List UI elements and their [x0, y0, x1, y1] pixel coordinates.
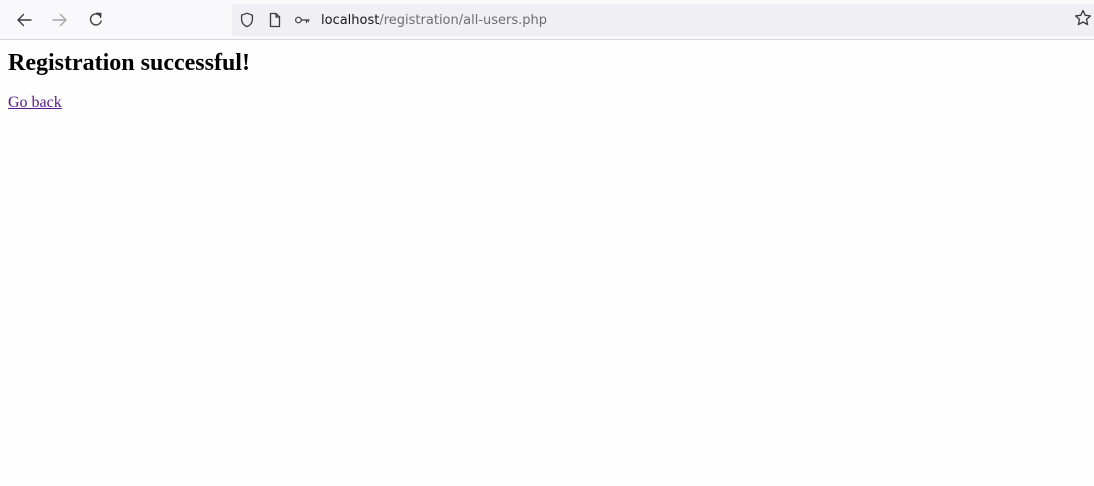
- reload-button[interactable]: [82, 6, 110, 34]
- shield-icon[interactable]: [239, 12, 255, 28]
- key-icon[interactable]: [294, 12, 310, 28]
- star-icon: [1074, 9, 1092, 32]
- back-button[interactable]: [10, 6, 38, 34]
- forward-button[interactable]: [46, 6, 74, 34]
- arrow-left-icon: [16, 12, 32, 28]
- url-host: localhost: [321, 13, 380, 28]
- url-text[interactable]: localhost/registration/all-users.php: [321, 12, 547, 29]
- arrow-right-icon: [52, 12, 68, 28]
- url-bar[interactable]: localhost/registration/all-users.php: [232, 4, 1094, 36]
- go-back-link[interactable]: Go back: [8, 93, 62, 112]
- bookmark-button[interactable]: [1073, 9, 1093, 32]
- page-title: Registration successful!: [8, 50, 250, 76]
- reload-icon: [88, 12, 104, 28]
- page-content: Registration successful! Go back: [8, 40, 1094, 112]
- page-icon[interactable]: [267, 12, 283, 28]
- url-path: /registration/all-users.php: [379, 13, 548, 28]
- browser-toolbar: localhost/registration/all-users.php: [0, 0, 1094, 40]
